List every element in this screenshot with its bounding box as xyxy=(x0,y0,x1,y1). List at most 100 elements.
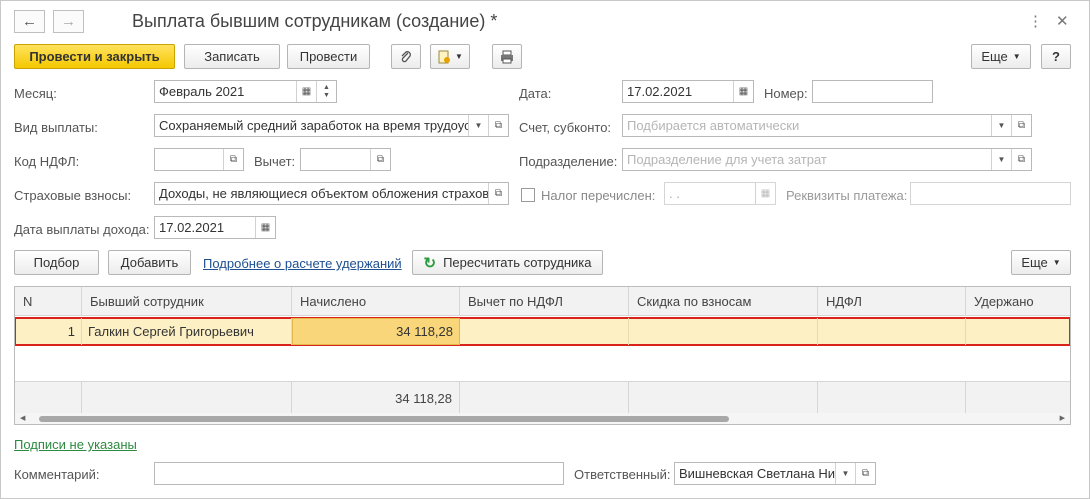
printer-icon xyxy=(501,50,513,63)
table-row[interactable]: 1 Галкин Сергей Григорьевич 34 118,28 xyxy=(15,317,1070,346)
dept-label: Подразделение: xyxy=(519,154,618,169)
more-label: Еще xyxy=(981,49,1008,64)
recalculate-button[interactable]: ↻ Пересчитать сотрудника xyxy=(412,250,603,275)
attach-button[interactable] xyxy=(391,44,421,69)
footer-cell xyxy=(629,382,818,414)
income-date-value: 17.02.2021 xyxy=(159,220,225,235)
recalculate-label: Пересчитать сотрудника xyxy=(443,255,592,270)
footer-accrued-total: 34 118,28 xyxy=(292,382,460,414)
row-ndfl[interactable] xyxy=(818,318,966,345)
paperclip-icon xyxy=(401,50,411,62)
more-button[interactable]: Еще ▼ xyxy=(971,44,1031,69)
more-vertical-icon[interactable]: ⋮ xyxy=(1028,12,1043,30)
footer-cell xyxy=(966,382,1070,414)
row-accrued[interactable]: 34 118,28 xyxy=(292,318,460,345)
footer-cell xyxy=(15,382,82,414)
open-icon[interactable]: ⧉ xyxy=(855,463,875,484)
date-label: Дата: xyxy=(519,86,552,101)
page-title: Выплата бывшим сотрудникам (создание) * xyxy=(132,11,498,31)
dropdown-icon[interactable]: ▼ xyxy=(991,115,1011,136)
income-date-field[interactable]: 17.02.2021 ▦ xyxy=(154,216,276,239)
tax-date-value: . . xyxy=(669,186,680,201)
row-withheld[interactable] xyxy=(966,318,1070,345)
tax-date-field[interactable]: . . ▦ xyxy=(664,182,776,205)
close-icon[interactable]: ✕ xyxy=(1056,12,1069,30)
chevron-down-icon: ▼ xyxy=(455,52,463,61)
stepper-icon[interactable]: ▲ ▼ xyxy=(316,81,336,102)
comment-field[interactable] xyxy=(154,462,564,485)
date-field[interactable]: 17.02.2021 ▦ xyxy=(622,80,754,103)
column-header-ndfl-deduction[interactable]: Вычет по НДФЛ xyxy=(460,287,629,316)
table-footer: 34 118,28 xyxy=(15,381,1070,414)
payment-details-field[interactable] xyxy=(910,182,1071,205)
calendar-icon[interactable]: ▦ xyxy=(296,81,316,102)
open-icon[interactable]: ⧉ xyxy=(488,183,508,204)
create-based-on-button[interactable]: ▼ xyxy=(430,44,470,69)
responsible-field[interactable]: Вишневская Светлана Николаевна ▼ ⧉ xyxy=(674,462,876,485)
payment-type-field[interactable]: Сохраняемый средний заработок на время т… xyxy=(154,114,509,137)
month-field[interactable]: Февраль 2021 ▦ ▲ ▼ xyxy=(154,80,337,103)
column-header-accrued[interactable]: Начислено xyxy=(292,287,460,316)
tax-transferred-checkbox[interactable] xyxy=(521,188,535,202)
table-more-label: Еще xyxy=(1021,255,1048,270)
date-value: 17.02.2021 xyxy=(627,84,693,99)
column-header-discount[interactable]: Скидка по взносам xyxy=(629,287,818,316)
dropdown-icon[interactable]: ▼ xyxy=(835,463,855,484)
dept-field[interactable]: Подразделение для учета затрат ▼ ⧉ xyxy=(622,148,1032,171)
forward-button[interactable]: → xyxy=(53,10,84,33)
employees-table[interactable]: N Бывший сотрудник Начислено Вычет по НД… xyxy=(14,286,1071,425)
help-button[interactable]: ? xyxy=(1041,44,1071,69)
column-header-ndfl[interactable]: НДФЛ xyxy=(818,287,966,316)
row-employee[interactable]: Галкин Сергей Григорьевич xyxy=(82,318,292,345)
calendar-icon[interactable]: ▦ xyxy=(755,183,775,204)
post-button[interactable]: Провести xyxy=(287,44,370,69)
insurance-label: Страховые взносы: xyxy=(14,188,132,203)
row-ndfl-deduction[interactable] xyxy=(460,318,629,345)
column-header-n[interactable]: N xyxy=(15,287,82,316)
responsible-value: Вишневская Светлана Николаевна xyxy=(679,466,835,481)
footer-cell xyxy=(818,382,966,414)
signatures-link[interactable]: Подписи не указаны xyxy=(14,437,137,452)
number-label: Номер: xyxy=(764,86,808,101)
pick-button[interactable]: Подбор xyxy=(14,250,99,275)
open-icon[interactable]: ⧉ xyxy=(223,149,243,170)
account-label: Счет, субконто: xyxy=(519,120,612,135)
dept-placeholder: Подразделение для учета затрат xyxy=(627,152,827,167)
chevron-down-icon: ▼ xyxy=(1012,52,1021,61)
open-icon[interactable]: ⧉ xyxy=(1011,149,1031,170)
ndfl-code-field[interactable]: ⧉ xyxy=(154,148,244,171)
calendar-icon[interactable]: ▦ xyxy=(733,81,753,102)
row-discount[interactable] xyxy=(629,318,818,345)
save-button[interactable]: Записать xyxy=(184,44,280,69)
table-more-button[interactable]: Еще ▼ xyxy=(1011,250,1071,275)
account-field[interactable]: Подбирается автоматически ▼ ⧉ xyxy=(622,114,1032,137)
column-header-employee[interactable]: Бывший сотрудник xyxy=(82,287,292,316)
add-button[interactable]: Добавить xyxy=(108,250,191,275)
number-field[interactable] xyxy=(812,80,933,103)
payment-type-label: Вид выплаты: xyxy=(14,120,98,135)
open-icon[interactable]: ⧉ xyxy=(488,115,508,136)
horizontal-scrollbar[interactable]: ◀ ▶ xyxy=(15,413,1070,424)
dropdown-icon[interactable]: ▼ xyxy=(991,149,1011,170)
column-header-withheld[interactable]: Удержано xyxy=(966,287,1070,316)
payment-details-label: Реквизиты платежа: xyxy=(786,188,908,203)
deduction-label: Вычет: xyxy=(254,154,296,169)
deduction-field[interactable]: ⧉ xyxy=(300,148,391,171)
dropdown-icon[interactable]: ▼ xyxy=(468,115,488,136)
scrollbar-thumb[interactable] xyxy=(39,416,729,422)
comment-label: Комментарий: xyxy=(14,467,100,482)
month-value: Февраль 2021 xyxy=(159,84,245,99)
scroll-left-icon[interactable]: ◀ xyxy=(20,414,25,422)
month-label: Месяц: xyxy=(14,86,57,101)
document-window: ← → Выплата бывшим сотрудникам (создание… xyxy=(0,0,1090,499)
insurance-field[interactable]: Доходы, не являющиеся объектом обложения… xyxy=(154,182,509,205)
scroll-right-icon[interactable]: ▶ xyxy=(1060,414,1065,422)
open-icon[interactable]: ⧉ xyxy=(1011,115,1031,136)
withholding-details-link[interactable]: Подробнее о расчете удержаний xyxy=(203,256,402,271)
calendar-icon[interactable]: ▦ xyxy=(255,217,275,238)
insurance-value: Доходы, не являющиеся объектом обложения… xyxy=(159,186,488,201)
back-button[interactable]: ← xyxy=(14,10,45,33)
print-button[interactable] xyxy=(492,44,522,69)
open-icon[interactable]: ⧉ xyxy=(370,149,390,170)
post-and-close-button[interactable]: Провести и закрыть xyxy=(14,44,175,69)
